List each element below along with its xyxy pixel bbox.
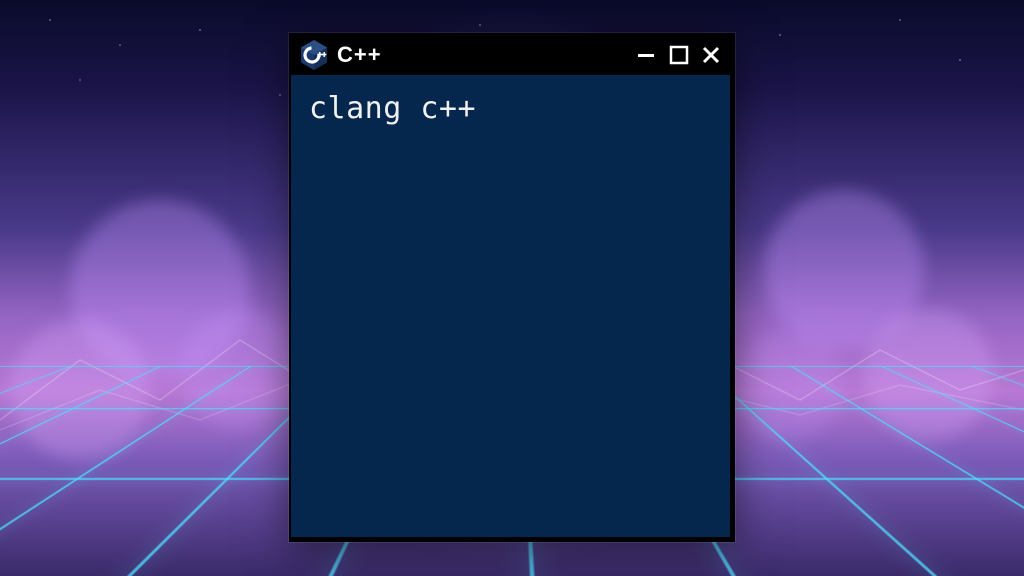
close-button[interactable] [699,43,723,67]
terminal-body[interactable]: clang c++ [291,75,733,540]
minimize-icon [636,44,658,66]
terminal-content: clang c++ [309,91,476,126]
bokeh-decoration [764,190,924,350]
bokeh-decoration [180,310,300,430]
bokeh-decoration [864,310,994,440]
maximize-icon [669,45,689,65]
window-titlebar[interactable]: C++ [291,35,733,75]
window-title: C++ [337,42,625,68]
close-icon [701,45,721,65]
maximize-button[interactable] [667,43,691,67]
bokeh-decoration [70,200,250,380]
bokeh-decoration [734,330,844,440]
bokeh-decoration [10,320,150,460]
window-controls [635,43,723,67]
terminal-window: C++ [289,33,735,542]
minimize-button[interactable] [635,43,659,67]
desktop-background: C++ [0,0,1024,576]
cpp-hex-icon [301,40,327,70]
